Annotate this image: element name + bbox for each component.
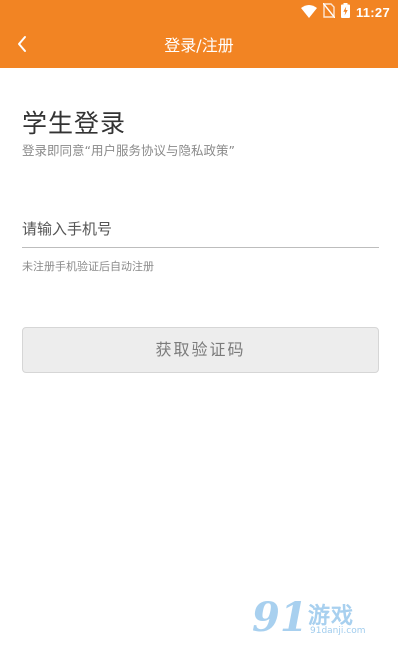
app-bar: 登录/注册	[0, 24, 398, 68]
chevron-left-icon	[16, 35, 28, 57]
back-button[interactable]	[6, 30, 38, 62]
status-bar: 11:27	[0, 0, 398, 24]
battery-charging-icon	[340, 2, 350, 22]
status-time: 11:27	[355, 4, 390, 20]
watermark-url: 91danji.com	[310, 626, 366, 636]
auto-register-hint: 未注册手机验证后自动注册	[22, 260, 154, 273]
wifi-icon	[300, 3, 317, 22]
get-code-button[interactable]: 获取验证码	[22, 327, 379, 373]
agreement-link[interactable]: 登录即同意“用户服务协议与隐私政策”	[22, 140, 235, 159]
phone-input[interactable]	[22, 214, 379, 248]
watermark-number: 91	[252, 594, 308, 641]
no-sim-icon	[322, 2, 336, 22]
login-heading: 学生登录	[22, 109, 127, 138]
page-title: 登录/注册	[164, 36, 234, 55]
watermark-logo: 91 游戏 91danji.com	[252, 596, 392, 640]
status-icons: 11:27	[300, 2, 390, 22]
